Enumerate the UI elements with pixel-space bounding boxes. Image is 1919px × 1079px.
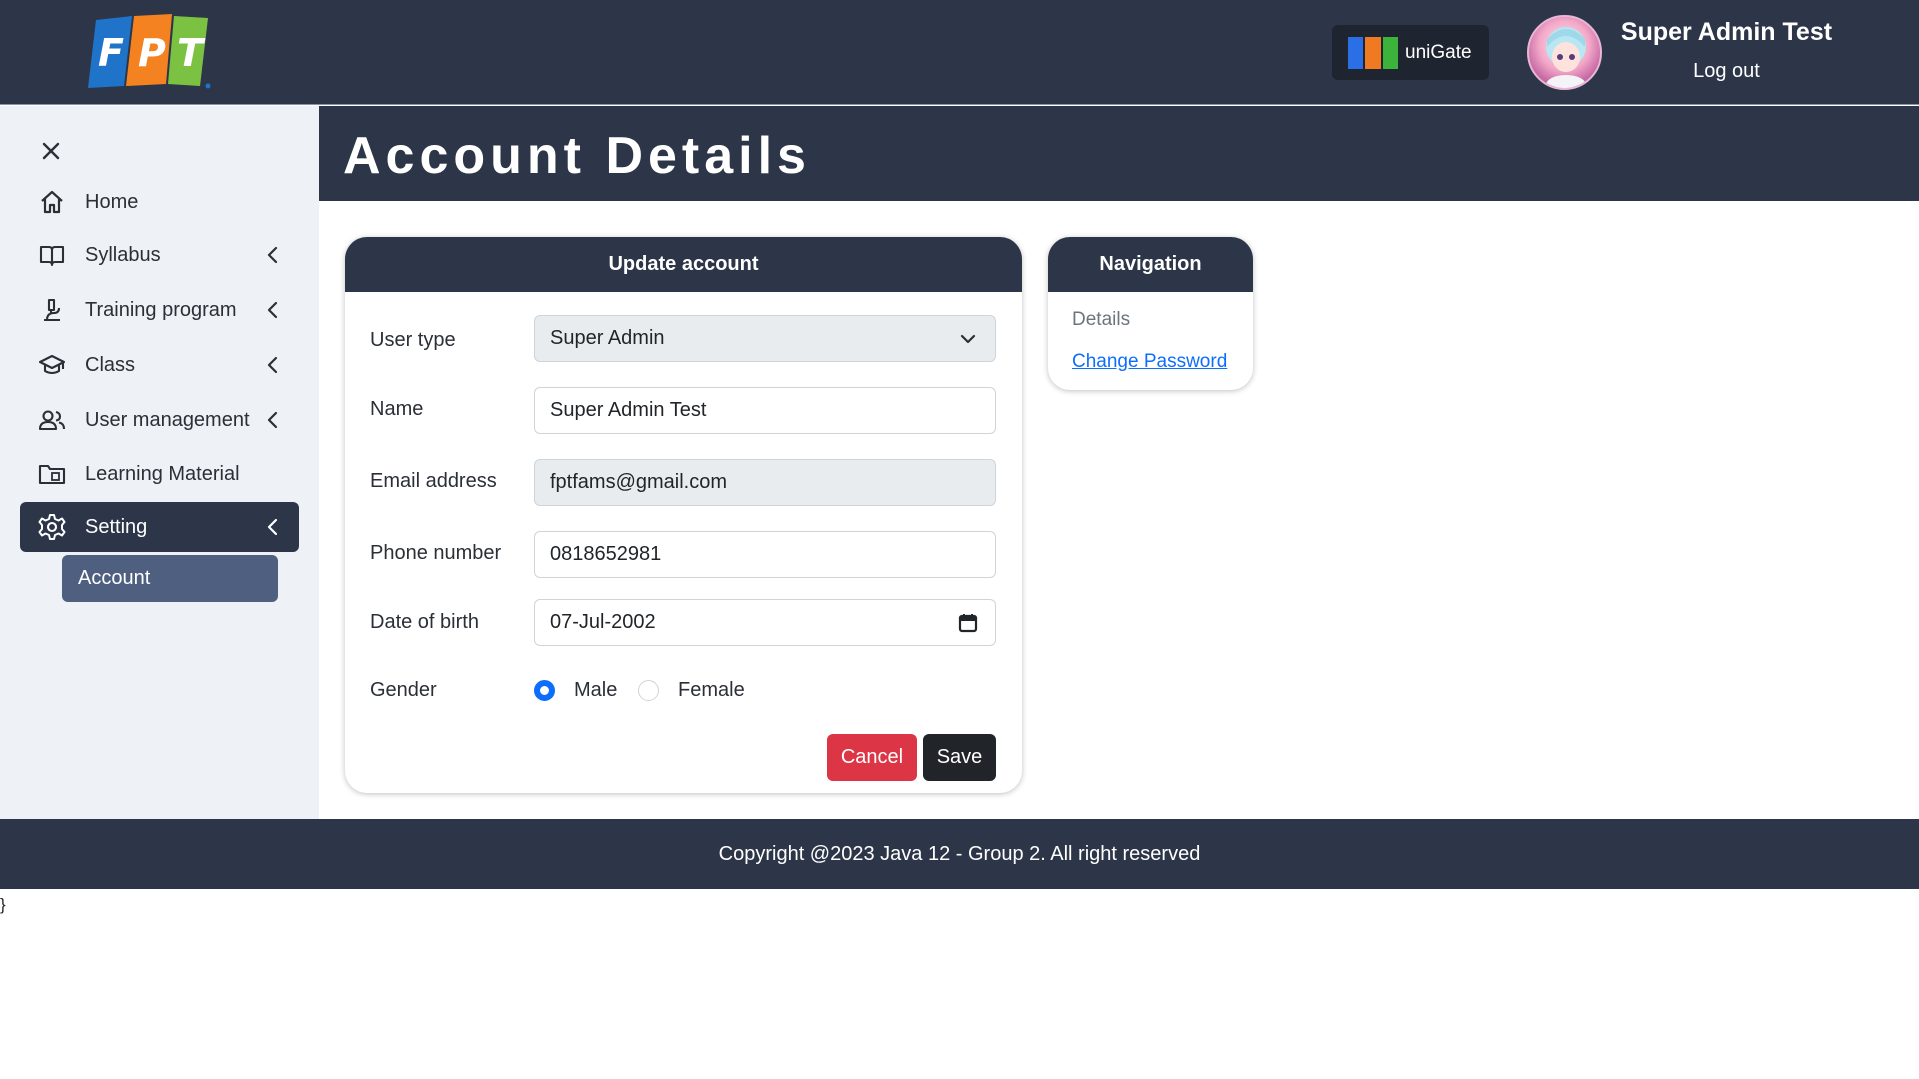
- sidebar-item-label: Class: [85, 353, 136, 376]
- avatar-illustration: [1546, 27, 1586, 88]
- home-icon: [37, 187, 67, 217]
- sidebar-item-label: Training program: [85, 298, 237, 321]
- save-button[interactable]: Save: [923, 734, 996, 781]
- email-label: Email address: [370, 470, 497, 492]
- folder-icon: [37, 459, 67, 489]
- svg-text:T: T: [177, 31, 206, 75]
- change-password-link[interactable]: Change Password: [1072, 351, 1227, 373]
- dob-label: Date of birth: [370, 611, 479, 633]
- sidebar-subitem-account[interactable]: Account: [62, 555, 278, 602]
- sidebar-item-user-management[interactable]: User management: [20, 395, 299, 445]
- email-field[interactable]: fptfams@gmail.com: [534, 459, 996, 506]
- top-header: F P T uniGate Super Admin Test Log out: [0, 0, 1919, 105]
- svg-text:F: F: [98, 31, 124, 75]
- user-type-value: Super Admin: [550, 327, 665, 349]
- user-type-label: User type: [370, 329, 456, 351]
- phone-field[interactable]: 0818652981: [534, 531, 996, 578]
- phone-label: Phone number: [370, 542, 502, 564]
- email-value: fptfams@gmail.com: [550, 471, 728, 493]
- sidebar-item-learning-material[interactable]: Learning Material: [20, 449, 299, 499]
- gender-label: Gender: [370, 679, 437, 701]
- gender-male-radio[interactable]: [534, 680, 555, 701]
- sidebar-item-label: Home: [85, 190, 139, 213]
- chevron-left-icon: [267, 518, 278, 536]
- gear-icon: [37, 512, 67, 542]
- chevron-left-icon: [267, 356, 278, 374]
- close-icon[interactable]: [36, 136, 66, 166]
- chevron-left-icon: [267, 411, 278, 429]
- users-icon: [37, 405, 67, 435]
- sidebar-item-label: Syllabus: [85, 243, 161, 266]
- sidebar-subitem-label: Account: [78, 567, 151, 589]
- navigation-header: Navigation: [1048, 237, 1253, 292]
- logout-link[interactable]: Log out: [1600, 60, 1853, 83]
- user-name: Super Admin Test: [1620, 18, 1833, 46]
- dob-value: 07-Jul-2002: [550, 611, 656, 633]
- gender-female-label: Female: [678, 679, 745, 701]
- update-account-header: Update account: [345, 237, 1022, 292]
- fpt-logo[interactable]: F P T: [88, 14, 214, 90]
- dob-field[interactable]: 07-Jul-2002: [534, 599, 996, 646]
- sidebar-item-training-program[interactable]: Training program: [20, 285, 299, 335]
- name-value: Super Admin Test: [550, 399, 707, 421]
- book-icon: [37, 240, 67, 270]
- calendar-icon[interactable]: [957, 612, 979, 634]
- chevron-left-icon: [267, 246, 278, 264]
- footer-text: Copyright @2023 Java 12 - Group 2. All r…: [718, 842, 1201, 865]
- avatar[interactable]: [1527, 15, 1602, 90]
- chevron-down-icon: [960, 334, 976, 344]
- sidebar-item-home[interactable]: Home: [20, 177, 299, 227]
- sidebar-item-syllabus[interactable]: Syllabus: [20, 230, 299, 280]
- navigation-card: Navigation Details Change Password: [1048, 237, 1253, 390]
- sidebar-item-label: Learning Material: [85, 462, 240, 485]
- page-title-bar: Account Details: [319, 106, 1919, 201]
- page-title: Account Details: [343, 127, 811, 185]
- chevron-left-icon: [267, 301, 278, 319]
- phone-value: 0818652981: [550, 543, 662, 565]
- microscope-icon: [37, 295, 67, 325]
- name-field[interactable]: Super Admin Test: [534, 387, 996, 434]
- sidebar-item-label: User management: [85, 408, 250, 431]
- unigate-label: uniGate: [1405, 41, 1472, 63]
- cancel-button[interactable]: Cancel: [827, 734, 917, 781]
- unigate-button[interactable]: uniGate: [1332, 25, 1489, 80]
- svg-text:P: P: [138, 31, 166, 75]
- graduation-cap-icon: [37, 350, 67, 380]
- stray-text: }: [0, 895, 6, 914]
- sidebar-item-setting[interactable]: Setting: [20, 502, 299, 552]
- nav-details-item[interactable]: Details: [1072, 309, 1130, 331]
- unigate-icon: [1348, 36, 1398, 69]
- gender-female-radio[interactable]: [638, 680, 659, 701]
- sidebar: Home Syllabus Training program Class Use…: [0, 106, 319, 819]
- sidebar-item-label: Setting: [85, 515, 148, 538]
- update-account-card: Update account User type Super Admin Nam…: [345, 237, 1022, 793]
- sidebar-item-class[interactable]: Class: [20, 340, 299, 390]
- footer: Copyright @2023 Java 12 - Group 2. All r…: [0, 819, 1919, 889]
- user-type-select[interactable]: Super Admin: [534, 315, 996, 362]
- gender-male-label: Male: [574, 679, 618, 701]
- name-label: Name: [370, 398, 424, 420]
